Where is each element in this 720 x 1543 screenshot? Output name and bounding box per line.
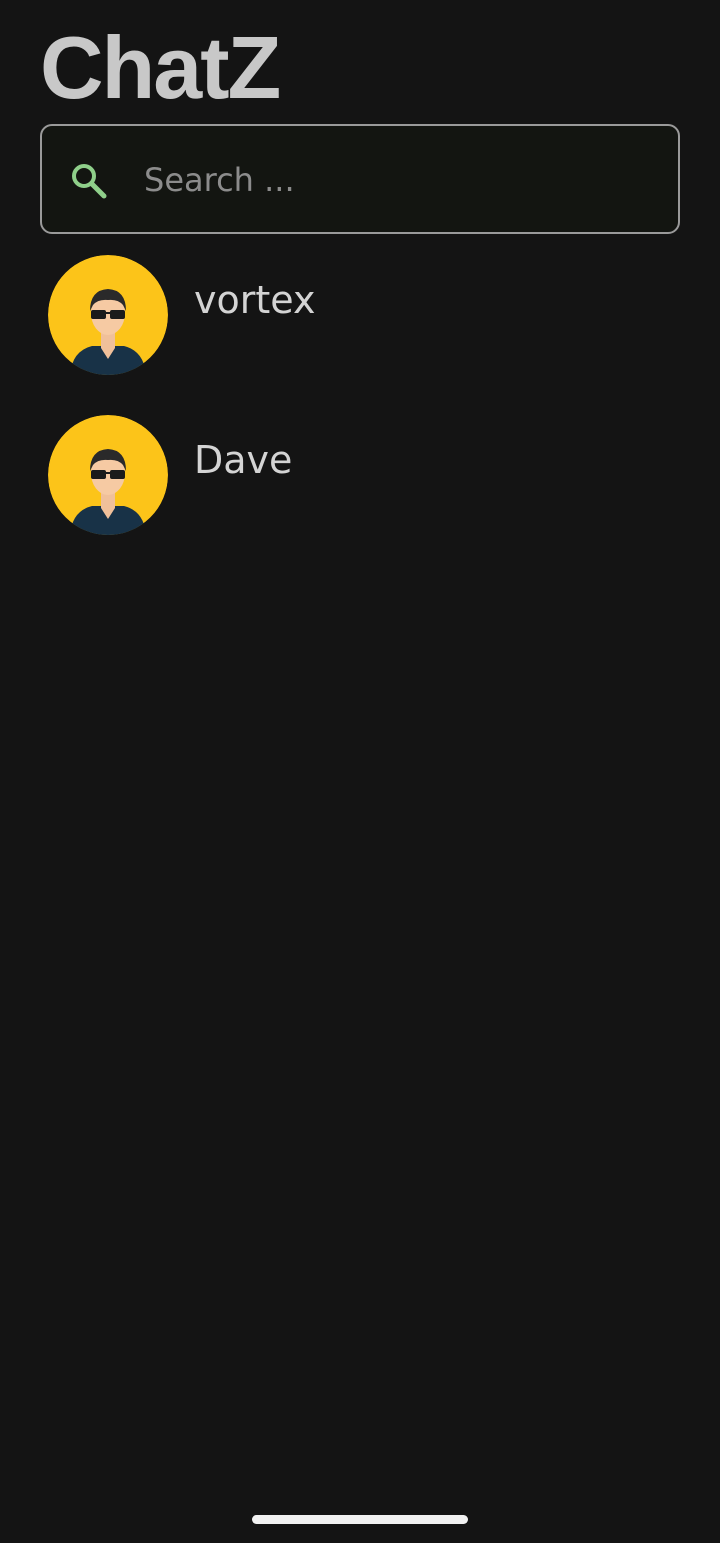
app-title: ChatZ xyxy=(40,18,281,117)
chat-item-vortex[interactable]: vortex xyxy=(0,250,720,410)
chat-name: vortex xyxy=(194,278,316,322)
search-input[interactable] xyxy=(144,152,644,208)
chat-list: vortex Dave xyxy=(0,250,720,570)
avatar xyxy=(48,415,168,535)
search-bar[interactable] xyxy=(40,124,680,234)
chat-item-dave[interactable]: Dave xyxy=(0,410,720,570)
avatar xyxy=(48,255,168,375)
chat-name: Dave xyxy=(194,438,293,482)
home-indicator[interactable] xyxy=(252,1515,468,1524)
search-icon[interactable] xyxy=(69,161,109,201)
